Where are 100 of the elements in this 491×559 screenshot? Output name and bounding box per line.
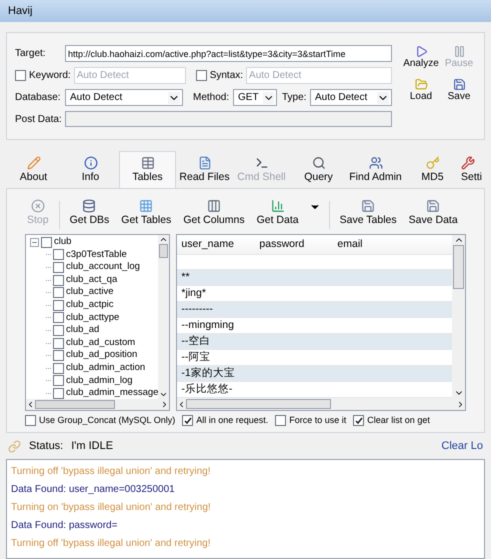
tree-item[interactable]: club_admin_message: [66, 387, 158, 399]
save-data-button[interactable]: Save Data: [406, 199, 460, 229]
checkbox[interactable]: [182, 415, 194, 426]
post-data-field[interactable]: [65, 111, 392, 127]
clear-log-link[interactable]: Clear Lo: [441, 438, 483, 455]
method-dropdown[interactable]: GET: [233, 89, 277, 106]
scroll-thumb[interactable]: [159, 244, 168, 258]
save-icon: [452, 78, 466, 91]
table-cell-text: -乐比悠悠-: [180, 382, 234, 397]
tables-button[interactable]: Get Tables: [119, 199, 174, 229]
table-cell-text: **: [180, 270, 191, 285]
tree-item[interactable]: club_ad: [66, 324, 100, 337]
table-cell-text: *jing*: [180, 286, 207, 301]
save-icon: [361, 199, 376, 214]
terminal-icon: [254, 156, 268, 170]
tab[interactable]: Read Files: [176, 151, 233, 188]
checkbox[interactable]: [53, 324, 64, 336]
columns-button[interactable]: Get Columns: [181, 199, 247, 229]
database-dropdown[interactable]: Auto Detect: [65, 89, 183, 106]
analyze-icon: [414, 45, 428, 58]
checkbox[interactable]: [353, 415, 364, 426]
tree-item[interactable]: club_ad_position: [66, 349, 138, 362]
tab[interactable]: Find Admin: [347, 151, 404, 188]
keyword-field[interactable]: Auto Detect: [74, 67, 186, 84]
vertical-scrollbar[interactable]: [452, 235, 465, 398]
tree-item[interactable]: club_admin_log: [66, 374, 133, 388]
scroll-right-icon: [456, 400, 465, 408]
log-line: Turning off 'bypass illegal union' and retrying!: [11, 464, 212, 478]
checkbox[interactable]: [53, 312, 64, 324]
checkbox[interactable]: [53, 388, 64, 399]
users-icon: [368, 156, 382, 170]
tab[interactable]: Info: [62, 151, 119, 188]
info-icon: [84, 156, 98, 170]
tree-item[interactable]: club_ad_custom: [66, 336, 136, 350]
checkbox[interactable]: [53, 262, 64, 273]
database-icon: [82, 199, 96, 214]
log-line: Data Found: user_name=003250001: [11, 482, 176, 496]
scroll-thumb[interactable]: [186, 399, 332, 409]
tab[interactable]: About: [5, 151, 62, 188]
scroll-thumb[interactable]: [453, 245, 464, 289]
method-label: Method:: [193, 91, 230, 105]
checkbox[interactable]: [53, 338, 64, 349]
checkbox[interactable]: [25, 415, 36, 426]
checkbox[interactable]: [196, 70, 207, 81]
checkbox[interactable]: [53, 249, 64, 260]
checkbox[interactable]: [53, 274, 64, 286]
checkbox[interactable]: [53, 287, 64, 298]
checkbox[interactable]: [15, 70, 26, 81]
document-icon: [198, 156, 212, 170]
tree-item[interactable]: club: [54, 236, 72, 249]
grid-icon: [139, 199, 154, 214]
tree-item[interactable]: club_admin_action: [66, 362, 146, 375]
table-cell-text: -1家的大宝: [180, 366, 236, 381]
checkbox[interactable]: [53, 300, 64, 311]
tree-item[interactable]: club_account_log: [66, 261, 140, 274]
column-header[interactable]: email: [333, 236, 412, 252]
tree-item[interactable]: club_actpic: [66, 298, 114, 312]
log-line: Data Found: password=: [11, 518, 118, 532]
link-icon: [8, 440, 21, 453]
table-cell-text: ---------: [180, 302, 214, 317]
checkbox[interactable]: [53, 375, 64, 386]
option-label: Clear list on get: [367, 414, 430, 427]
data-button[interactable]: Get Data: [254, 199, 301, 229]
column-header[interactable]: user_name: [177, 236, 256, 252]
post-data-label: Post Data:: [15, 112, 63, 126]
column-header[interactable]: password: [255, 236, 334, 252]
target-field[interactable]: http://club.haohaizi.com/active.php?act=list&type=3&city=3&startTime: [65, 45, 392, 62]
status-text: I'm IDLE: [71, 439, 114, 454]
tree-item[interactable]: c3p0TestTable: [66, 248, 127, 262]
save-tables-button[interactable]: Save Tables: [338, 199, 399, 229]
tree-item[interactable]: club_act_qa: [66, 274, 118, 286]
table-cell-text: --空白: [180, 334, 212, 349]
vertical-scrollbar[interactable]: [158, 235, 170, 399]
tab[interactable]: Query: [290, 151, 347, 188]
checkbox[interactable]: [275, 415, 286, 426]
horizontal-scrollbar[interactable]: [177, 398, 465, 410]
checkmark-icon: [354, 416, 363, 425]
tab[interactable]: MD5: [404, 151, 461, 188]
table-cell-text: --阿宝: [180, 350, 212, 365]
load-button[interactable]: Load: [400, 78, 442, 103]
load-icon: [414, 78, 428, 91]
tab[interactable]: Tables: [119, 151, 176, 188]
table-icon: [140, 156, 154, 170]
checkbox[interactable]: [53, 362, 64, 374]
save-button[interactable]: Save: [442, 78, 476, 103]
analyze-button[interactable]: Analyze: [400, 45, 442, 70]
tree-item[interactable]: club_acttype: [66, 312, 120, 324]
collapse-toggle[interactable]: [30, 238, 39, 247]
dbs-button[interactable]: Get DBs: [68, 199, 112, 229]
scroll-thumb[interactable]: [35, 400, 115, 409]
type-dropdown[interactable]: Auto Detect: [310, 89, 392, 106]
window-title: Havij: [8, 4, 32, 19]
checkbox[interactable]: [41, 236, 52, 248]
horizontal-scrollbar[interactable]: [26, 399, 170, 410]
database-label: Database:: [15, 91, 62, 105]
syntax-field[interactable]: Auto Detect: [246, 67, 392, 84]
tab[interactable]: Setti: [461, 151, 491, 188]
tree-item[interactable]: club_active: [66, 286, 114, 299]
checkbox[interactable]: [53, 350, 64, 362]
search-icon: [312, 156, 326, 170]
